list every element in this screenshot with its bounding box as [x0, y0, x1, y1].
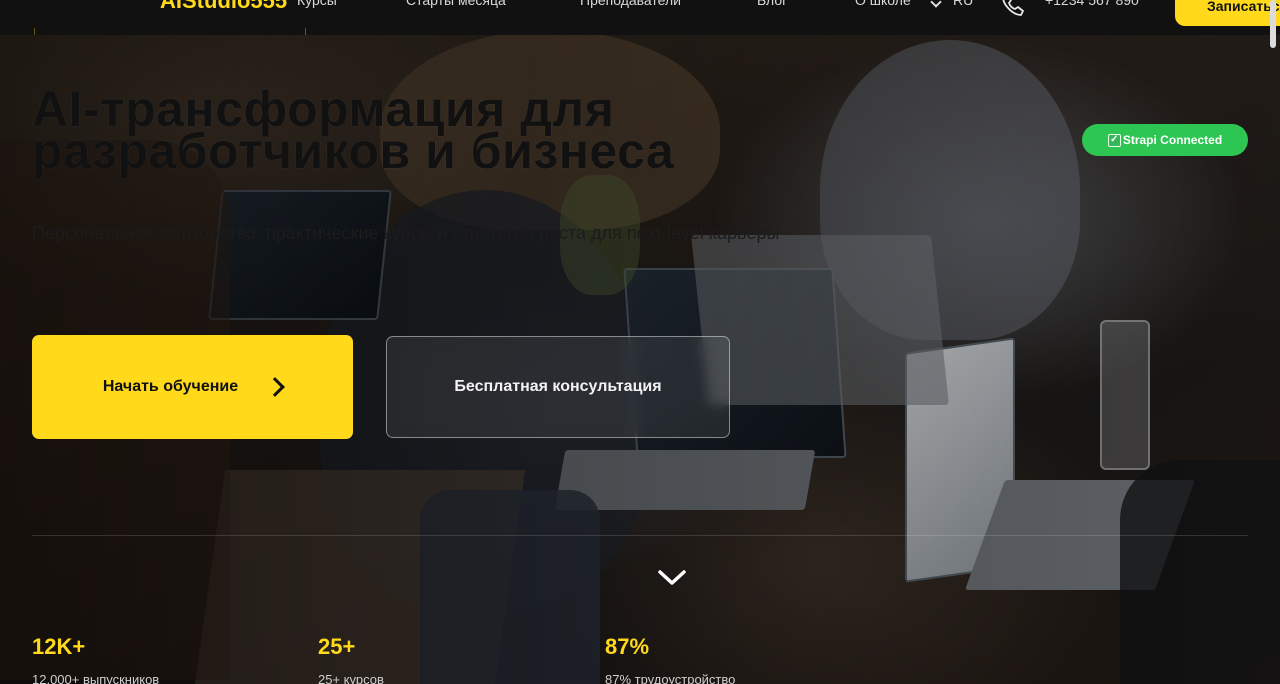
top-navigation-bar: AIStudio555 Курсы Старты месяца Преподав… — [0, 0, 1280, 35]
logo-frame — [34, 28, 306, 35]
chevron-down-icon[interactable] — [657, 562, 687, 592]
signup-button[interactable]: Записаться — [1175, 0, 1280, 26]
strapi-status-label: Strapi Connected — [1122, 133, 1223, 147]
chevron-down-icon[interactable] — [930, 0, 942, 8]
nav-item-blog[interactable]: Блог — [757, 0, 787, 8]
phone-icon[interactable] — [1000, 0, 1026, 18]
stat-employment: 87% 87% трудоустройство — [605, 634, 735, 684]
hero-divider — [32, 535, 1248, 536]
chevron-right-icon — [265, 377, 286, 397]
stat-courses: 25+ 25+ курсов — [318, 634, 384, 684]
start-learning-label: Начать обучение — [102, 378, 239, 395]
stat-value: 25+ — [318, 634, 356, 659]
hero-title: AI-трансформация для разработчиков и биз… — [32, 84, 792, 179]
strapi-status-badge: ✓ Strapi Connected — [1082, 124, 1248, 156]
nav-item-monthly-starts[interactable]: Старты месяца — [406, 0, 506, 8]
free-consultation-button[interactable]: Бесплатная консультация — [386, 336, 730, 438]
stat-label: 12,000+ выпускников — [32, 672, 160, 684]
hero-title-line-2: разработчиков и бизнеса — [32, 123, 675, 179]
stat-label: 87% трудоустройство — [605, 672, 736, 684]
stat-label: 25+ курсов — [318, 672, 384, 684]
nav-item-about[interactable]: О школе — [855, 0, 911, 8]
checkmark-icon: ✓ — [1107, 133, 1121, 147]
stat-graduates: 12K+ 12,000+ выпускников — [32, 634, 159, 684]
start-learning-button[interactable]: Начать обучение — [32, 335, 353, 439]
site-logo[interactable]: AIStudio555 — [160, 0, 287, 14]
phone-number[interactable]: +1234 567 890 — [1045, 0, 1139, 8]
hero-subtitle: Персональное менторство, практические ку… — [32, 223, 780, 243]
stat-value: 12K+ — [32, 634, 86, 659]
language-selector[interactable]: RU — [953, 0, 973, 8]
free-consultation-label: Бесплатная консультация — [454, 378, 662, 395]
nav-item-courses[interactable]: Курсы — [297, 0, 337, 8]
stat-value: 87% — [605, 634, 650, 659]
page-scrollbar[interactable] — [1270, 0, 1276, 48]
nav-item-teachers[interactable]: Преподаватели — [580, 0, 681, 8]
